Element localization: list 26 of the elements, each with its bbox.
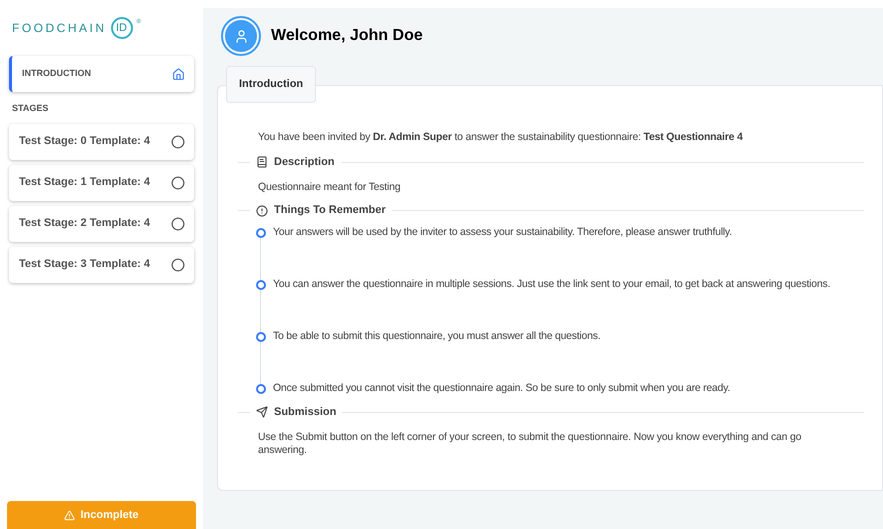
send-icon [256,406,268,418]
section-text: Questionnaire meant for Testing [257,181,402,194]
section-title: Things To Remember [274,203,386,218]
introduction-item[interactable]: INTRODUCTION [9,56,194,92]
invite-text: You have been invited by Dr. Admin Super to answer the sustainability questionnaire: Test Questionnaire 4 [257,130,744,145]
timeline-text: Your answers will be used by the inviter to assess your sustainability. Therefore, please answer truthfully. [273,225,732,240]
introduction-tab[interactable]: Introduction [226,66,316,103]
stage-item[interactable]: Test Stage: 1 Template: 4 [9,164,194,200]
timeline-text: Once submitted you cannot visit the questionnaire again. So be sure to only submit when you are ready. [273,381,730,396]
timeline-text: You can answer the questionnaire in multiple sessions. Just use the link sent to your email, to get back at answering questions. [273,277,830,292]
stage-item[interactable]: Test Stage: 3 Template: 4 [9,246,194,282]
stages-heading: STAGES [12,102,50,115]
stage-item[interactable]: Test Stage: 0 Template: 4 [9,124,194,160]
section-title: Description [274,154,335,170]
section-title: Submission [274,404,336,420]
home-icon [172,68,185,80]
welcome-title: Welcome, John Doe [271,26,423,46]
alert-icon [256,204,268,216]
stage-item[interactable]: Test Stage: 2 Template: 4 [9,206,194,242]
warning-icon [64,510,76,520]
logo-badge: ID [110,17,132,39]
timeline-text: To be able to submit this questionnaire, you must answer all the questions. [273,329,600,344]
section-text: Use the Submit button on the left corner of your screen, to submit the questionnaire. Now you know everything and can go answering. [257,431,802,458]
logo-text: FOODCHAIN [12,20,106,37]
book-icon [256,156,268,168]
user-icon [234,28,248,44]
